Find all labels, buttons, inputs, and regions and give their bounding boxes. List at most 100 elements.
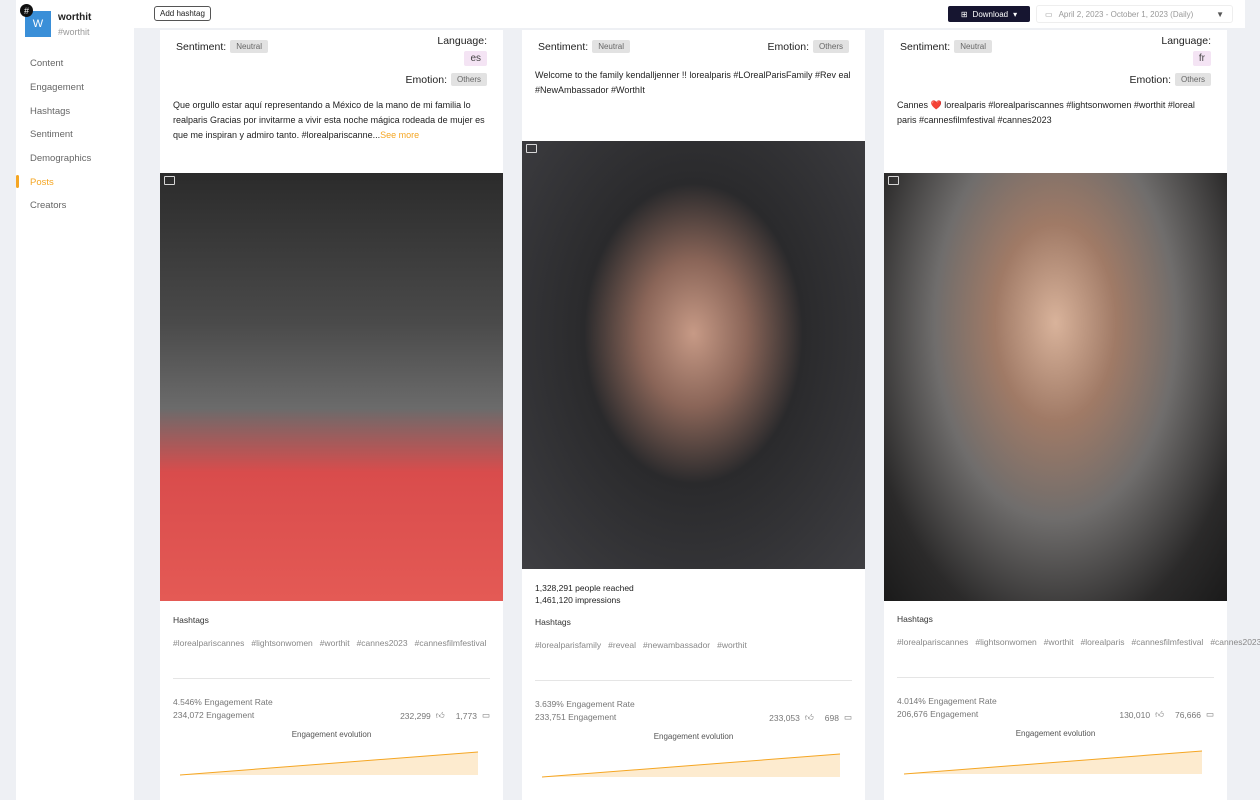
hashtag-chip[interactable]: #lorealpariscannes [173, 638, 244, 648]
comments-count: 698 [824, 712, 839, 723]
engagement-rate: 3.639% Engagement Rate [535, 699, 635, 709]
sentiment-badge: Neutral [954, 40, 992, 53]
image-icon [526, 144, 537, 153]
hashtag-chip[interactable]: #worthit [717, 640, 747, 650]
emotion-row: Emotion: Others [1130, 73, 1211, 86]
post-card: Sentiment: Neutral Emotion: Others Welcome t… [522, 30, 865, 800]
engagement-sparkline [903, 747, 1206, 775]
comment-icon: ▭ [843, 712, 852, 722]
sidebar-item-engagement[interactable]: Engagement [16, 76, 134, 100]
hashtag-chip[interactable]: #lightsonwomen [975, 637, 1036, 647]
sparkline-svg [179, 751, 479, 776]
see-more-link[interactable]: See more [380, 130, 419, 140]
post-caption: Que orgullo estar aquí representando a M… [173, 98, 490, 143]
hashtag-list: #lorealpariscannes #lightsonwomen #worthit… [173, 635, 486, 651]
hashtag-chip[interactable]: #lorealpariscannes [897, 637, 968, 647]
post-card: Sentiment: Neutral Language: fr Emotion: Othe… [884, 30, 1260, 800]
sidebar-item-content[interactable]: Content [16, 52, 134, 76]
language-label: Language: [437, 35, 487, 47]
add-hashtag-button[interactable]: Add hashtag [154, 6, 211, 21]
download-icon: ⊞ [960, 9, 968, 19]
emotion-label: Emotion: [405, 73, 447, 86]
sidebar-nav: Content Engagement Hashtags Sentiment Demogr… [16, 52, 134, 218]
hashtag-chip[interactable]: #cannesfilmfestival [415, 638, 487, 648]
date-range-label: April 2, 2023 - October 1, 2023 (Daily) [1058, 9, 1194, 19]
sentiment-row: Sentiment: Neutral [176, 40, 268, 53]
thumbs-up-icon: 👍︎ [435, 710, 445, 720]
hashtag-chip[interactable]: #reveal [608, 640, 636, 650]
hashtag-chip[interactable]: #lorealparisfamily [535, 640, 601, 650]
hashtag-chip[interactable]: #worthit [1044, 637, 1074, 647]
hashtag-chip[interactable]: #cannes2023 [1210, 637, 1260, 647]
language-badge: fr [1192, 51, 1211, 66]
engagement-sparkline [541, 750, 844, 778]
sidebar-item-hashtags[interactable]: Hashtags [16, 99, 134, 123]
hashtag-chip[interactable]: #newambassador [643, 640, 710, 650]
engagement-total: 206,676 Engagement [897, 709, 979, 719]
chevron-down-icon: ▾ [1013, 9, 1018, 19]
post-image[interactable] [522, 141, 865, 569]
hashtag-chip[interactable]: #worthit [320, 638, 350, 648]
engagement-evolution-title: Engagement evolution [653, 732, 734, 741]
reach-text: 1,328,291 people reached [535, 583, 634, 593]
emotion-badge: Others [1174, 73, 1211, 86]
sidebar-item-sentiment[interactable]: Sentiment [16, 123, 134, 147]
comment-icon: ▭ [1205, 709, 1214, 719]
engagement-evolution-title: Engagement evolution [291, 730, 372, 739]
post-image[interactable] [160, 173, 503, 601]
sidebar-item-posts[interactable]: Posts [16, 170, 134, 194]
sentiment-badge: Neutral [592, 40, 630, 53]
post-card: Sentiment: Neutral Language: es Emotion: Othe… [160, 30, 503, 800]
caption-text: Que orgullo estar aquí representando a M… [173, 100, 485, 140]
emotion-badge: Others [450, 73, 487, 86]
engagement-total: 233,751 Engagement [535, 712, 617, 722]
caption-text: Cannes ❤️ lorealparis #lorealpariscannes… [897, 100, 1195, 125]
impressions-text: 1,461,120 impressions [535, 595, 621, 605]
hashtag-chip[interactable]: #cannes2023 [357, 638, 408, 648]
thumbs-up-icon: 👍︎ [1155, 709, 1164, 719]
sparkline-svg [541, 753, 841, 778]
image-icon [888, 176, 899, 185]
sidebar-item-demographics[interactable]: Demographics [16, 147, 134, 171]
interaction-counts: 232,299 👍︎ 1,773 ▭ [400, 710, 490, 721]
sidebar-item-creators[interactable]: Creators [16, 194, 134, 218]
hashtag-badge-icon: # [20, 4, 33, 17]
sentiment-label: Sentiment: [538, 40, 589, 53]
thumbs-up-icon: 👍︎ [804, 712, 814, 722]
engagement-sparkline [179, 748, 482, 776]
chevron-down-icon: ▼ [1216, 9, 1224, 19]
hashtag-list: #lorealpariscannes #lightsonwomen #worthit… [897, 634, 1260, 650]
hashtags-heading: Hashtags [897, 614, 933, 624]
date-range-picker[interactable]: ▭ April 2, 2023 - October 1, 2023 (Daily… [1036, 5, 1233, 23]
emotion-row: Emotion: Others [406, 73, 487, 86]
hashtag-chip[interactable]: #lorealparis [1081, 637, 1125, 647]
hashtags-heading: Hashtags [173, 615, 209, 625]
comments-count: 76,666 [1174, 709, 1201, 720]
download-label: Download [972, 9, 1009, 19]
sidebar: # W worthit #worthit Content Engagement Ha… [16, 0, 134, 800]
hashtag-chip[interactable]: #cannesfilmfestival [1132, 637, 1204, 647]
sentiment-label: Sentiment: [900, 40, 951, 53]
sentiment-badge: Neutral [230, 40, 268, 53]
project-handle: #worthit [58, 27, 90, 37]
hashtag-chip[interactable]: #lightsonwomen [251, 638, 312, 648]
divider [173, 678, 490, 679]
comments-count: 1,773 [455, 710, 477, 721]
engagement-evolution-title: Engagement evolution [1015, 729, 1096, 738]
hashtags-heading: Hashtags [535, 617, 571, 627]
comment-icon: ▭ [481, 710, 490, 720]
post-image[interactable] [884, 173, 1227, 601]
language-badge: es [464, 51, 487, 66]
emotion-label: Emotion: [767, 40, 809, 53]
caption-text: Welcome to the family kendalljenner !! l… [535, 70, 851, 95]
download-button[interactable]: ⊞ Download ▾ [948, 6, 1030, 22]
project-name: worthit [58, 12, 92, 23]
emotion-badge: Others [812, 40, 849, 53]
interaction-counts: 233,053 👍︎ 698 ▭ [769, 712, 852, 723]
engagement-rate: 4.014% Engagement Rate [897, 696, 997, 706]
likes-count: 233,053 [769, 712, 800, 723]
language-label: Language: [1161, 35, 1211, 47]
sparkline-svg [903, 750, 1203, 775]
likes-count: 232,299 [400, 710, 431, 721]
sentiment-row: Sentiment: Neutral [538, 40, 630, 53]
